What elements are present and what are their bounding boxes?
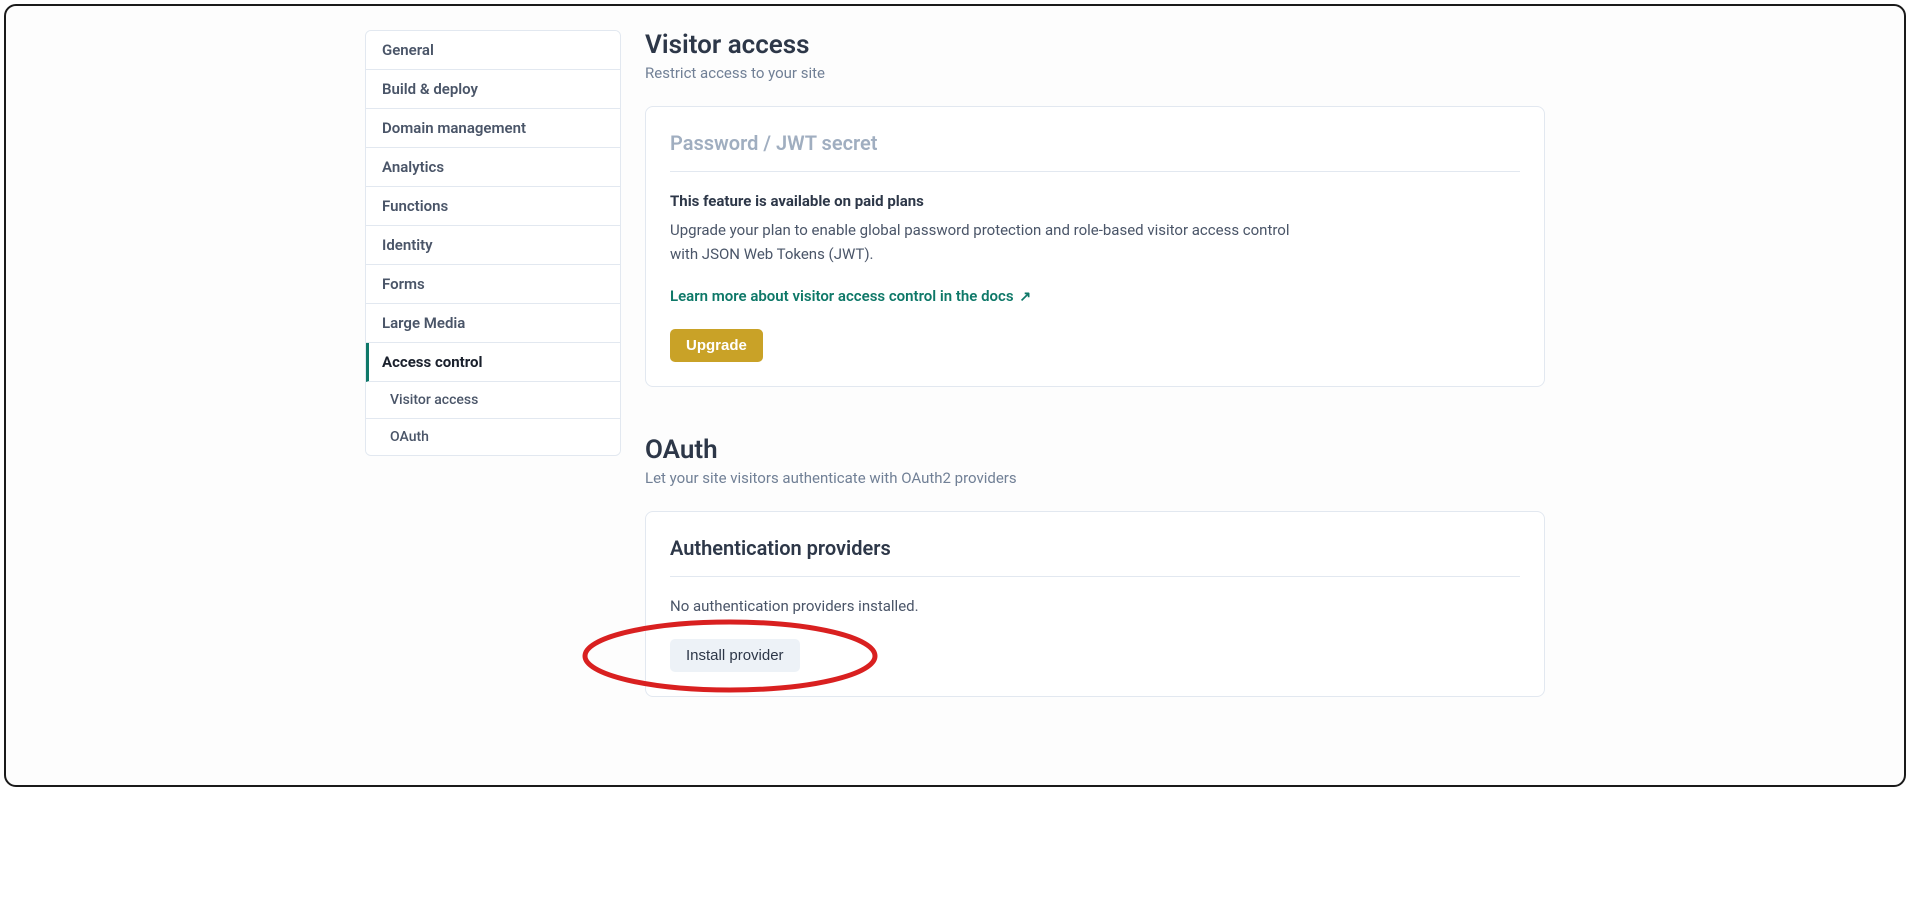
main-content: Visitor access Restrict access to your s…	[645, 30, 1545, 745]
sidebar-item-build-deploy[interactable]: Build & deploy	[366, 70, 620, 109]
sidebar-item-functions[interactable]: Functions	[366, 187, 620, 226]
no-providers-text: No authentication providers installed.	[670, 597, 1520, 615]
upgrade-button[interactable]: Upgrade	[670, 329, 763, 362]
sidebar-item-domain-management[interactable]: Domain management	[366, 109, 620, 148]
sidebar-item-analytics[interactable]: Analytics	[366, 148, 620, 187]
sidebar-nav: General Build & deploy Domain management…	[365, 30, 621, 456]
settings-sidebar: General Build & deploy Domain management…	[365, 30, 621, 745]
oauth-subtitle: Let your site visitors authenticate with…	[645, 469, 1545, 487]
sidebar-item-access-control[interactable]: Access control	[366, 343, 620, 382]
sidebar-item-general[interactable]: General	[366, 31, 620, 70]
oauth-section: OAuth Let your site visitors authenticat…	[645, 435, 1545, 697]
install-provider-wrapper: Install provider	[670, 639, 800, 672]
auth-providers-heading: Authentication providers	[670, 536, 1520, 577]
sidebar-item-forms[interactable]: Forms	[366, 265, 620, 304]
visitor-access-section: Visitor access Restrict access to your s…	[645, 30, 1545, 387]
install-provider-button[interactable]: Install provider	[670, 639, 800, 672]
page-frame: General Build & deploy Domain management…	[4, 4, 1906, 787]
upgrade-description: Upgrade your plan to enable global passw…	[670, 218, 1310, 266]
sidebar-item-identity[interactable]: Identity	[366, 226, 620, 265]
docs-link-text: Learn more about visitor access control …	[670, 287, 1014, 305]
external-link-icon: ↗	[1019, 289, 1031, 305]
oauth-title: OAuth	[645, 435, 1545, 465]
auth-providers-card: Authentication providers No authenticati…	[645, 511, 1545, 697]
paid-plan-note: This feature is available on paid plans	[670, 192, 1520, 210]
password-jwt-heading: Password / JWT secret	[670, 131, 1520, 172]
sidebar-subitem-oauth[interactable]: OAuth	[366, 419, 620, 455]
sidebar-item-large-media[interactable]: Large Media	[366, 304, 620, 343]
password-jwt-card: Password / JWT secret This feature is av…	[645, 106, 1545, 387]
visitor-access-subtitle: Restrict access to your site	[645, 64, 1545, 82]
sidebar-subitem-visitor-access[interactable]: Visitor access	[366, 382, 620, 419]
visitor-access-title: Visitor access	[645, 30, 1545, 60]
docs-link[interactable]: Learn more about visitor access control …	[670, 287, 1031, 305]
settings-layout: General Build & deploy Domain management…	[365, 30, 1545, 745]
